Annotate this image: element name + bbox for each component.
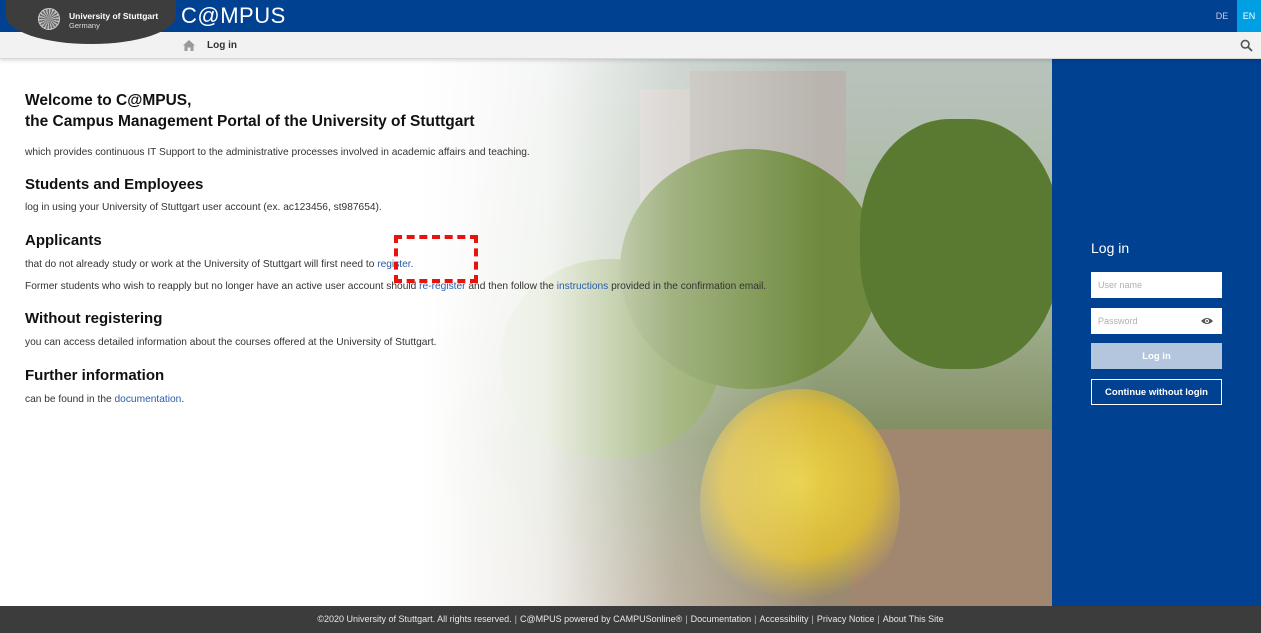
students-heading: Students and Employees	[25, 176, 204, 193]
continue-without-login-button[interactable]: Continue without login	[1091, 379, 1222, 405]
login-button[interactable]: Log in	[1091, 343, 1222, 369]
footer-separator: |	[685, 614, 688, 624]
footer: ©2020 University of Stuttgart. All right…	[0, 606, 1261, 633]
university-seal-icon	[38, 8, 60, 30]
footer-separator: |	[754, 614, 757, 624]
footer-privacy-notice-link[interactable]: Privacy Notice	[817, 614, 875, 624]
eye-icon[interactable]	[1201, 316, 1213, 326]
former-text-before: Former students who wish to reapply but …	[25, 281, 420, 292]
footer-separator: |	[514, 614, 517, 624]
footer-documentation-link[interactable]: Documentation	[691, 614, 752, 624]
applicants-text-before: that do not already study or work at the…	[25, 259, 378, 270]
login-panel: Log in Log in Continue without login	[1052, 59, 1261, 606]
further-information-text: can be found in the documentation.	[25, 394, 184, 405]
campus-background-image	[0, 59, 1052, 606]
students-text: log in using your University of Stuttgar…	[25, 202, 382, 213]
footer-powered-by: C@MPUS powered by CAMPUSonline®	[519, 614, 683, 624]
former-text-middle: and then follow the	[465, 281, 557, 292]
login-title: Log in	[1091, 240, 1130, 256]
top-bar: DE EN C@MPUS	[0, 0, 1261, 32]
without-registering-text: you can access detailed information abou…	[25, 337, 437, 348]
welcome-title-line1: Welcome to C@MPUS,	[25, 92, 192, 109]
welcome-title-line2: the Campus Management Portal of the Univ…	[25, 113, 475, 130]
former-text-after: provided in the confirmation email.	[608, 281, 767, 292]
intro-text: which provides continuous IT Support to …	[25, 147, 530, 158]
breadcrumb-current: Log in	[207, 40, 237, 51]
university-name: University of Stuttgart	[69, 11, 159, 21]
language-en-button[interactable]: EN	[1237, 0, 1261, 32]
search-icon[interactable]	[1240, 39, 1253, 52]
footer-separator: |	[877, 614, 880, 624]
footer-copyright: ©2020 University of Stuttgart. All right…	[317, 614, 512, 624]
home-icon[interactable]	[183, 40, 195, 51]
university-country: Germany	[69, 21, 100, 30]
further-text-after: .	[181, 394, 185, 405]
register-link[interactable]: register	[377, 259, 410, 270]
username-input[interactable]	[1091, 272, 1222, 298]
footer-links: ©2020 University of Stuttgart. All right…	[317, 614, 943, 624]
breadcrumb: Log in	[0, 32, 1261, 59]
further-text-before: can be found in the	[25, 394, 115, 405]
instructions-link[interactable]: instructions	[557, 281, 609, 292]
page-title: Welcome to C@MPUS, the Campus Management…	[25, 90, 475, 132]
applicants-heading: Applicants	[25, 232, 102, 249]
footer-separator: |	[811, 614, 814, 624]
former-students-text: Former students who wish to reapply but …	[25, 281, 766, 292]
without-registering-heading: Without registering	[25, 310, 163, 327]
footer-about-site-link[interactable]: About This Site	[883, 614, 944, 624]
documentation-link[interactable]: documentation	[115, 394, 182, 405]
language-de-button[interactable]: DE	[1210, 0, 1234, 32]
applicants-text-after: .	[410, 259, 414, 270]
further-information-heading: Further information	[25, 367, 165, 384]
re-register-link[interactable]: re-register	[419, 281, 465, 292]
app-title[interactable]: C@MPUS	[181, 3, 286, 29]
applicants-text: that do not already study or work at the…	[25, 259, 413, 270]
footer-accessibility-link[interactable]: Accessibility	[760, 614, 809, 624]
